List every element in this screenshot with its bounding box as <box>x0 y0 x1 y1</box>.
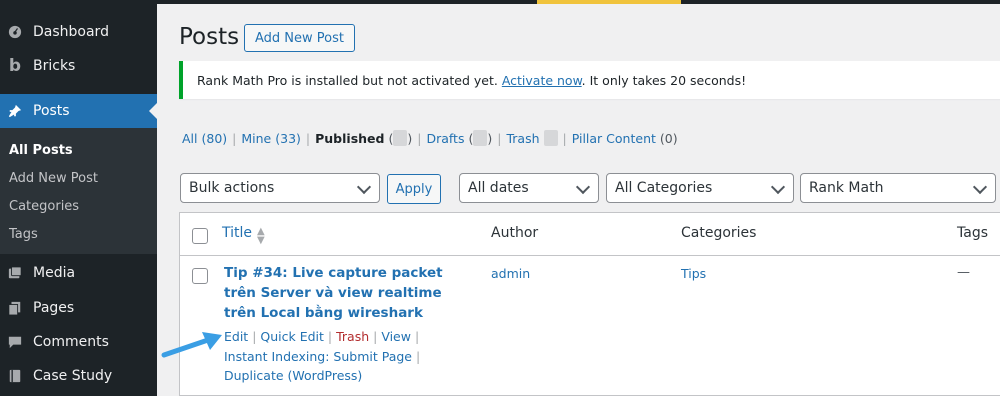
comments-icon <box>8 334 22 350</box>
row-actions: Edit | Quick Edit | Trash | View | Insta… <box>224 329 421 383</box>
column-author: Author <box>491 225 539 241</box>
filter-published-label: Published <box>315 130 385 146</box>
posts-submenu: All Posts Add New Post Categories Tags <box>0 128 157 254</box>
bulk-actions-select[interactable]: Bulk actions <box>180 173 380 203</box>
chevron-down-icon <box>972 179 988 195</box>
rank-math-notice: Rank Math Pro is installed but not activ… <box>179 61 1000 99</box>
filter-trash[interactable]: Trash <box>506 131 539 146</box>
filter-mine[interactable]: Mine (33) <box>241 131 301 146</box>
edit-link[interactable]: Edit <box>224 329 248 344</box>
sidebar-item-label: Posts <box>33 103 70 119</box>
sidebar-item-label: Case Study <box>33 368 113 384</box>
view-link[interactable]: View <box>381 329 411 344</box>
submenu-tags[interactable]: Tags <box>9 227 38 242</box>
notice-text-after: . It only takes 20 seconds! <box>581 72 747 88</box>
filter-drafts[interactable]: Drafts <box>426 131 464 146</box>
filter-pillar-content[interactable]: Pillar Content <box>572 131 656 146</box>
separator: | <box>305 130 311 146</box>
date-filter-select[interactable]: All dates <box>459 173 599 203</box>
duplicate-link[interactable]: Duplicate (WordPress) <box>224 368 362 383</box>
sidebar-item-posts[interactable]: Posts <box>0 94 157 128</box>
chevron-down-icon <box>356 179 372 195</box>
table-header <box>180 213 1000 256</box>
filter-all-count: (80) <box>201 130 228 146</box>
sidebar-item-dashboard[interactable]: Dashboard <box>0 15 157 49</box>
select-all-checkbox[interactable] <box>192 228 208 244</box>
sidebar-item-pages[interactable]: Pages <box>0 291 157 325</box>
add-new-post-button[interactable]: Add New Post <box>244 24 355 52</box>
pages-icon <box>8 300 22 316</box>
filter-trash-label: Trash <box>506 130 540 146</box>
post-category-link[interactable]: Tips <box>681 266 706 281</box>
bricks-icon: b <box>8 56 22 76</box>
sidebar-item-bricks[interactable]: b Bricks <box>0 49 157 83</box>
sort-icon[interactable]: ▲ ▼ <box>257 227 265 246</box>
submenu-all-posts[interactable]: All Posts <box>9 143 73 158</box>
redacted-count <box>473 130 488 146</box>
sidebar-item-label: Comments <box>33 334 109 350</box>
column-categories: Categories <box>681 225 757 241</box>
notice-text: Rank Math Pro is installed but not activ… <box>197 73 746 88</box>
rank-math-filter-select[interactable]: Rank Math <box>800 173 996 203</box>
page-title: Posts <box>179 24 240 50</box>
post-tags-empty: — <box>957 265 970 280</box>
category-filter-value: All Categories <box>615 180 713 196</box>
quick-edit-link[interactable]: Quick Edit <box>260 329 324 344</box>
filter-mine-label: Mine <box>241 130 272 146</box>
column-title-sort[interactable]: Title <box>222 225 252 241</box>
admin-bar-highlight <box>537 0 681 4</box>
pushpin-icon <box>8 103 22 119</box>
rank-math-filter-value: Rank Math <box>809 180 884 196</box>
sidebar-item-label: Pages <box>33 300 75 316</box>
sidebar-item-media[interactable]: Media <box>0 256 157 290</box>
trash-link[interactable]: Trash <box>336 329 369 344</box>
post-status-filters: All (80) | Mine (33) | Published () | Dr… <box>182 130 678 146</box>
bulk-actions-value: Bulk actions <box>189 180 275 196</box>
post-title-link[interactable]: Tip #34: Live capture packet trên Server… <box>224 263 464 323</box>
post-author-link[interactable]: admin <box>491 266 530 281</box>
apply-button[interactable]: Apply <box>387 174 441 204</box>
date-filter-value: All dates <box>468 180 529 196</box>
notice-text-before: Rank Math Pro is installed but not activ… <box>197 72 498 88</box>
filter-pillar-label: Pillar Content <box>571 130 656 146</box>
sidebar-item-label: Bricks <box>33 58 76 74</box>
filter-drafts-label: Drafts <box>426 130 465 146</box>
column-tags: Tags <box>957 225 988 241</box>
sidebar-item-label: Dashboard <box>33 24 109 40</box>
redacted-count <box>543 130 558 146</box>
submenu-add-new-post[interactable]: Add New Post <box>9 171 98 186</box>
category-filter-select[interactable]: All Categories <box>606 173 794 203</box>
filter-published[interactable]: Published <box>315 131 384 146</box>
book-icon <box>8 368 22 384</box>
sidebar-item-case-study[interactable]: Case Study <box>0 359 157 393</box>
chevron-down-icon <box>770 179 786 195</box>
filter-all-label: All <box>182 130 198 146</box>
activate-now-link[interactable]: Activate now <box>502 73 582 88</box>
instant-indexing-link[interactable]: Instant Indexing: Submit Page <box>224 349 412 364</box>
separator: | <box>562 130 567 146</box>
filter-all[interactable]: All (80) <box>182 131 227 146</box>
separator: | <box>232 130 237 146</box>
annotation-arrow-icon <box>161 332 222 358</box>
dashboard-icon <box>8 24 22 40</box>
submenu-categories[interactable]: Categories <box>9 199 79 214</box>
row-checkbox[interactable] <box>192 268 208 284</box>
media-icon <box>8 265 22 281</box>
filter-mine-count: (33) <box>275 130 301 146</box>
redacted-count <box>393 130 408 146</box>
filter-pillar-count: (0) <box>659 130 678 146</box>
chevron-down-icon <box>575 179 591 195</box>
separator: | <box>417 130 422 146</box>
sidebar-item-comments[interactable]: Comments <box>0 325 157 359</box>
admin-sidebar: Dashboard b Bricks Posts All Posts Add N… <box>0 0 157 396</box>
sidebar-item-label: Media <box>33 265 76 281</box>
separator: | <box>497 130 502 146</box>
